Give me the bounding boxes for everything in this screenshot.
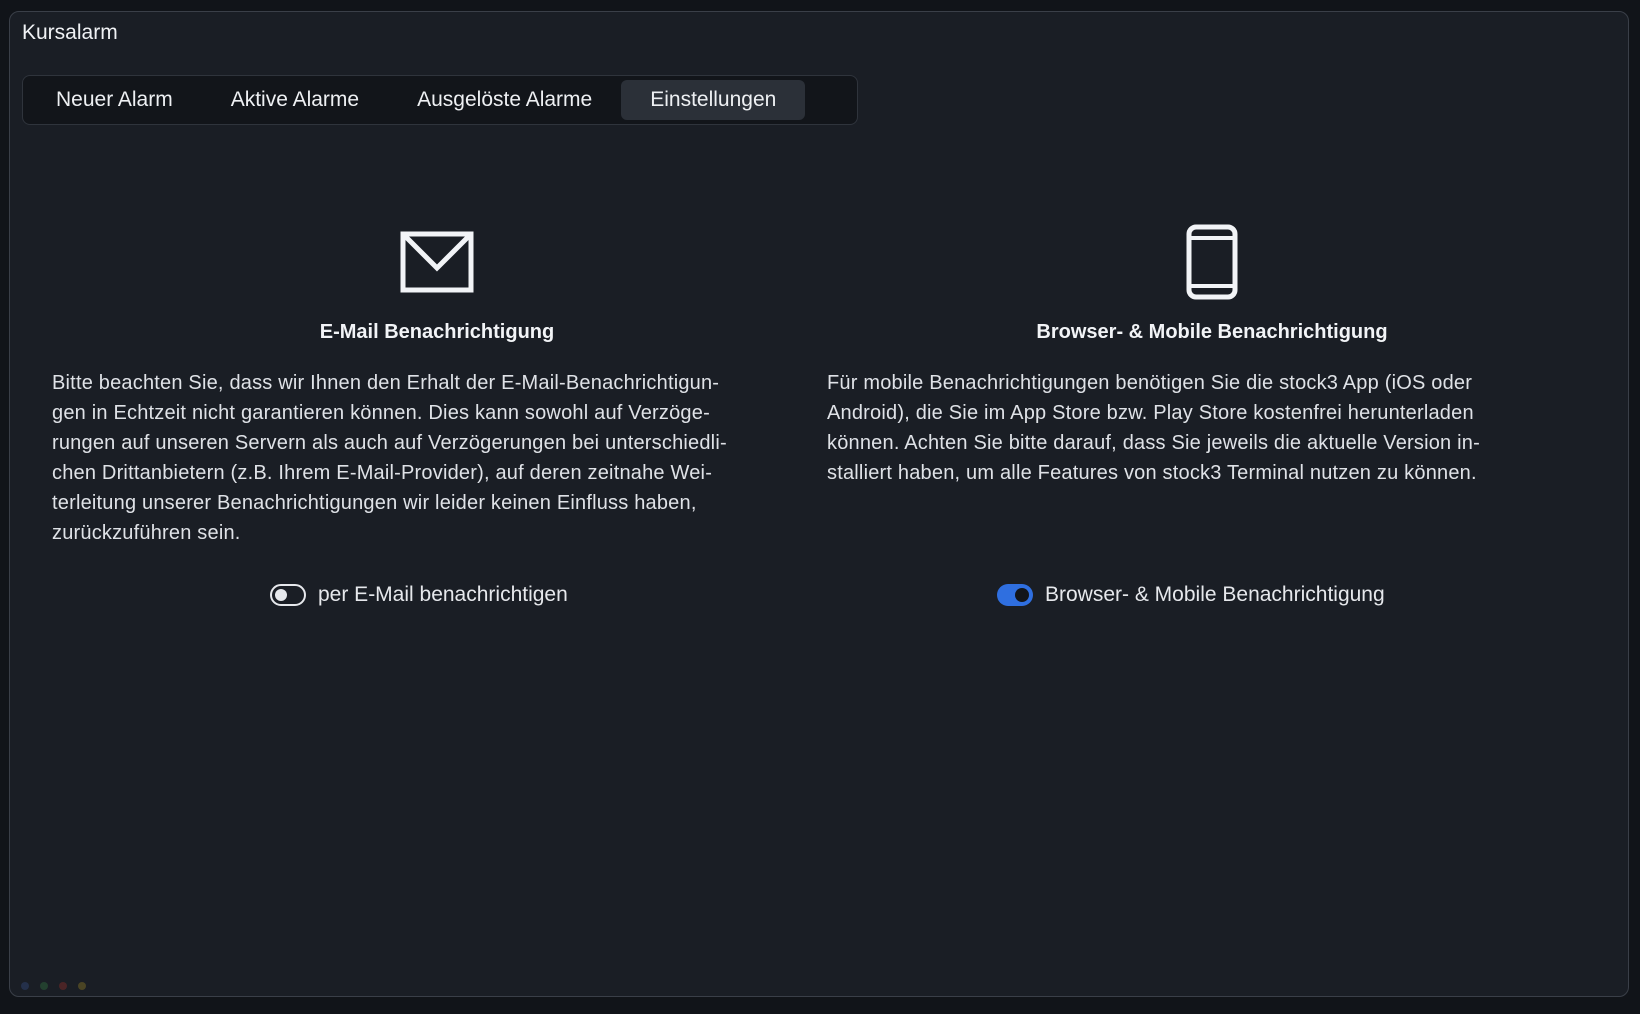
email-toggle[interactable] (270, 584, 306, 606)
kursalarm-window: Kursalarm Neuer Alarm Aktive Alarme Ausg… (9, 11, 1629, 997)
email-description-line: zurückzuführen sein. (52, 522, 241, 544)
mobile-description-line: Android), die Sie im App Store bzw. Play… (827, 402, 1474, 424)
status-dot (40, 982, 48, 990)
status-dots (21, 982, 86, 990)
status-dot (78, 982, 86, 990)
email-section: E-Mail Benachrichtigung Bitte beachten S… (52, 222, 822, 548)
window-title: Kursalarm (22, 21, 118, 44)
email-description-line: Bitte beachten Sie, dass wir Ihnen den E… (52, 372, 720, 394)
mobile-toggle[interactable] (997, 584, 1033, 606)
tab-aktive-alarme[interactable]: Aktive Alarme (202, 80, 388, 120)
mobile-description-line: können. Achten Sie bitte darauf, dass Si… (827, 432, 1480, 454)
mobile-heading: Browser- & Mobile Benachrichtigung (1036, 321, 1388, 343)
email-description-line: rungen auf unseren Servern als auch auf … (52, 432, 727, 454)
email-heading: E-Mail Benachrichtigung (319, 321, 555, 343)
envelope-icon (52, 222, 822, 302)
status-dot (21, 982, 29, 990)
email-description-line: chen Drittanbietern (z.B. Ihrem E-Mail-P… (52, 462, 713, 484)
smartphone-icon (827, 222, 1597, 302)
mobile-toggle-row[interactable]: Browser- & Mobile Benachrichtigung (997, 583, 1385, 607)
tab-bar: Neuer Alarm Aktive Alarme Ausgelöste Ala… (22, 75, 858, 125)
mobile-description: Für mobile Benachrichtigungen benötigen … (827, 368, 1597, 488)
email-toggle-label[interactable]: per E-Mail benachrichtigen (318, 583, 568, 607)
email-description-line: terleitung unserer Benachrichtigungen wi… (52, 492, 697, 514)
mobile-section: Browser- & Mobile Benachrichtigung Für m… (827, 222, 1597, 488)
mobile-description-line: stalliert haben, um alle Features von st… (827, 462, 1477, 484)
mobile-toggle-label[interactable]: Browser- & Mobile Benachrichtigung (1045, 583, 1385, 607)
email-description: Bitte beachten Sie, dass wir Ihnen den E… (52, 368, 822, 548)
email-description-line: gen in Echtzeit nicht garantieren können… (52, 402, 710, 424)
tab-neuer-alarm[interactable]: Neuer Alarm (27, 80, 202, 120)
email-toggle-row[interactable]: per E-Mail benachrichtigen (270, 583, 568, 607)
status-dot (59, 982, 67, 990)
tab-ausgeloeste-alarme[interactable]: Ausgelöste Alarme (388, 80, 621, 120)
mobile-description-line: Für mobile Benachrichtigungen benötigen … (827, 372, 1473, 394)
tab-einstellungen[interactable]: Einstellungen (621, 80, 806, 120)
